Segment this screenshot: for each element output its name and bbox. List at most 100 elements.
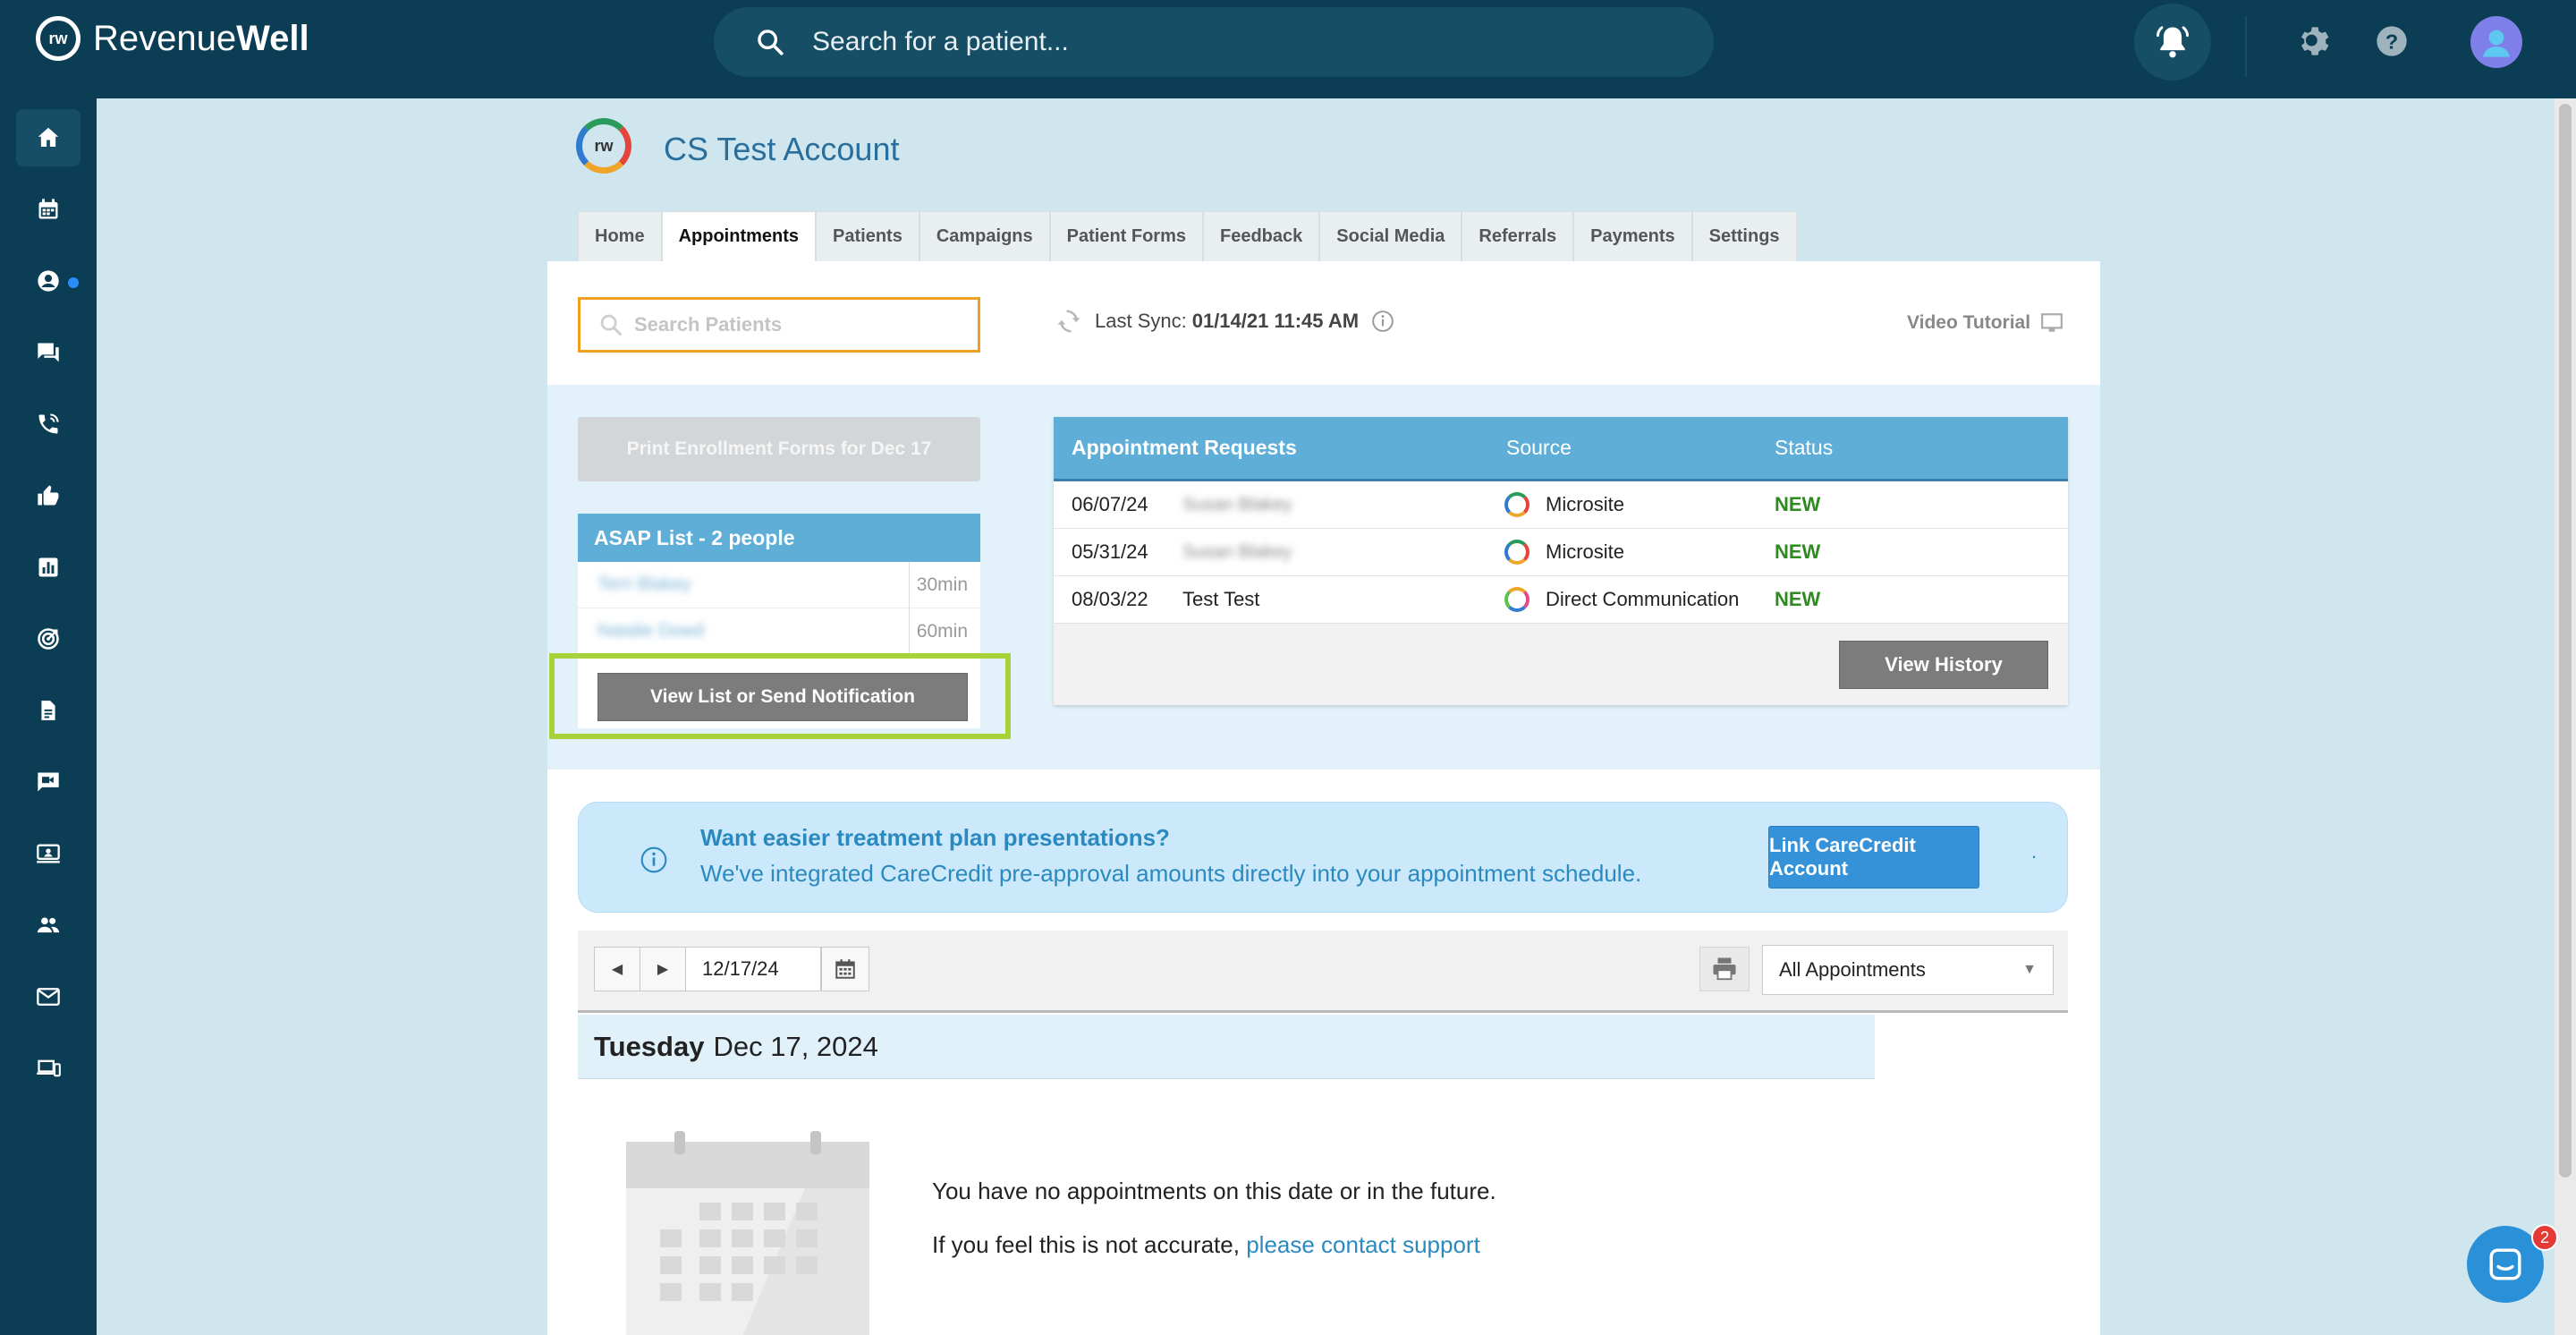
list-item[interactable]: Natalie Dowd 60min — [578, 608, 980, 655]
gear-icon — [2301, 27, 2329, 55]
microsite-icon — [1504, 492, 1530, 517]
info-icon[interactable] — [1371, 310, 1394, 333]
sidebar-item-reviews[interactable] — [16, 467, 80, 524]
microsite-icon — [1504, 540, 1530, 565]
sidebar-item-calls[interactable] — [16, 395, 80, 453]
appointment-filter-select[interactable]: All Appointments ▼ — [1762, 945, 2054, 995]
tab-campaigns[interactable]: Campaigns — [919, 211, 1050, 261]
left-sidebar — [0, 98, 97, 1335]
monitor-icon — [2041, 313, 2063, 332]
date-toolbar: ◀ ▶ 12/17/24 All Appointments ▼ — [578, 931, 2068, 1013]
sync-icon[interactable] — [1055, 308, 1082, 335]
print-enrollment-forms-button[interactable]: Print Enrollment Forms for Dec 17 — [578, 417, 980, 481]
sidebar-item-messages[interactable] — [16, 324, 80, 381]
request-source: Direct Communication — [1504, 587, 1775, 612]
phone-icon — [38, 413, 59, 434]
view-list-send-notification-button[interactable]: View List or Send Notification — [597, 673, 968, 721]
list-item[interactable]: Terri Blakey 30min — [578, 561, 980, 608]
tab-patient-forms[interactable]: Patient Forms — [1049, 211, 1203, 261]
info-icon — [640, 846, 667, 873]
tab-feedback[interactable]: Feedback — [1203, 211, 1320, 261]
sidebar-item-home[interactable] — [16, 109, 80, 166]
help-icon: ? — [2377, 26, 2407, 56]
logo-mark: rw — [36, 16, 80, 61]
search-patients-input[interactable] — [634, 313, 974, 336]
asap-duration: 60min — [908, 608, 968, 655]
tab-settings[interactable]: Settings — [1691, 211, 1797, 261]
scrollbar-thumb[interactable] — [2559, 104, 2572, 1178]
request-name: Susan Blakey — [1182, 494, 1292, 514]
app-name: RevenueWell — [93, 18, 309, 58]
day-date: Dec 17, 2024 — [713, 1030, 878, 1062]
bell-icon — [2157, 26, 2189, 58]
help-button[interactable]: ? — [2374, 23, 2410, 64]
contact-support-link[interactable]: please contact support — [1246, 1231, 1480, 1258]
tab-home[interactable]: Home — [578, 211, 662, 261]
screen-icon — [37, 844, 60, 863]
tab-patients[interactable]: Patients — [816, 211, 919, 261]
table-header: Appointment Requests Source Status — [1054, 417, 2068, 481]
sidebar-item-video-chat[interactable] — [16, 753, 80, 811]
carecredit-banner: Want easier treatment plan presentations… — [578, 802, 2068, 913]
sidebar-item-team[interactable] — [16, 897, 80, 954]
sidebar-item-patients[interactable] — [16, 252, 80, 310]
date-input[interactable]: 12/17/24 — [685, 947, 821, 991]
sidebar-item-campaigns[interactable] — [16, 610, 80, 668]
support-message: If you feel this is not accurate, please… — [932, 1231, 1480, 1259]
account-icon — [38, 270, 59, 292]
link-carecredit-button[interactable]: Link CareCredit Account — [1768, 826, 1979, 889]
sidebar-item-forms[interactable] — [16, 682, 80, 739]
top-divider — [2245, 16, 2247, 77]
tab-appointments[interactable]: Appointments — [661, 211, 817, 261]
sidebar-item-online[interactable] — [16, 825, 80, 882]
notifications-button[interactable] — [2134, 4, 2211, 81]
caret-right-icon: ▶ — [657, 962, 669, 977]
user-avatar[interactable] — [2470, 16, 2522, 68]
top-bar: rw RevenueWell ? — [0, 0, 2576, 98]
status-badge: NEW — [1775, 540, 1821, 563]
next-day-button[interactable]: ▶ — [640, 947, 686, 991]
video-tutorial-link[interactable]: Video Tutorial — [1907, 311, 2064, 335]
tab-referrals[interactable]: Referrals — [1462, 211, 1574, 261]
sidebar-item-email[interactable] — [16, 968, 80, 1025]
day-heading: Tuesday Dec 17, 2024 — [578, 1015, 1875, 1079]
table-row[interactable]: 05/31/24 Susan Blakey Microsite NEW — [1054, 529, 2068, 576]
no-appointments-message: You have no appointments on this date or… — [932, 1178, 1496, 1204]
last-sync-label: Last Sync: — [1095, 310, 1187, 332]
day-weekday: Tuesday — [594, 1030, 705, 1062]
video-tutorial-label: Video Tutorial — [1907, 312, 2031, 333]
calendar-icon — [38, 199, 58, 219]
request-source: Microsite — [1504, 540, 1775, 565]
empty-calendar-illustration — [626, 1131, 869, 1335]
document-icon — [41, 701, 55, 720]
previous-day-button[interactable]: ◀ — [594, 947, 640, 991]
people-icon — [37, 917, 60, 933]
patient-search-input[interactable] — [812, 27, 1617, 57]
target-icon — [38, 628, 59, 650]
tab-payments[interactable]: Payments — [1573, 211, 1692, 261]
request-name: Susan Blakey — [1182, 541, 1292, 562]
dropdown-arrow-icon: ▼ — [2022, 962, 2037, 977]
date-picker-button[interactable] — [821, 947, 869, 991]
status-badge: NEW — [1775, 493, 1821, 515]
thumbs-up-icon — [38, 485, 59, 506]
tab-social-media[interactable]: Social Media — [1319, 211, 1462, 261]
sidebar-item-reports[interactable] — [16, 539, 80, 596]
chat-icon — [2489, 1248, 2521, 1280]
appointment-filter-value: All Appointments — [1779, 958, 1926, 981]
sidebar-item-schedule[interactable] — [16, 181, 80, 238]
view-history-button[interactable]: View History — [1839, 641, 2048, 689]
table-row[interactable]: 08/03/22 Test Test Direct Communication … — [1054, 576, 2068, 624]
settings-button[interactable] — [2295, 21, 2334, 65]
print-button[interactable] — [1699, 947, 1750, 991]
person-icon — [2483, 30, 2510, 57]
direct-communication-icon — [1504, 587, 1530, 612]
sidebar-item-devices[interactable] — [16, 1040, 80, 1097]
table-row[interactable]: 06/07/24 Susan Blakey Microsite NEW — [1054, 481, 2068, 529]
request-date: 05/31/24 — [1072, 540, 1148, 563]
last-sync-value: 01/14/21 11:45 AM — [1191, 310, 1360, 332]
asap-patient-name: Natalie Dowd — [597, 621, 704, 641]
revenuewell-logo[interactable]: rw RevenueWell — [36, 16, 309, 61]
chat-icon — [38, 343, 59, 362]
search-icon — [758, 30, 784, 55]
